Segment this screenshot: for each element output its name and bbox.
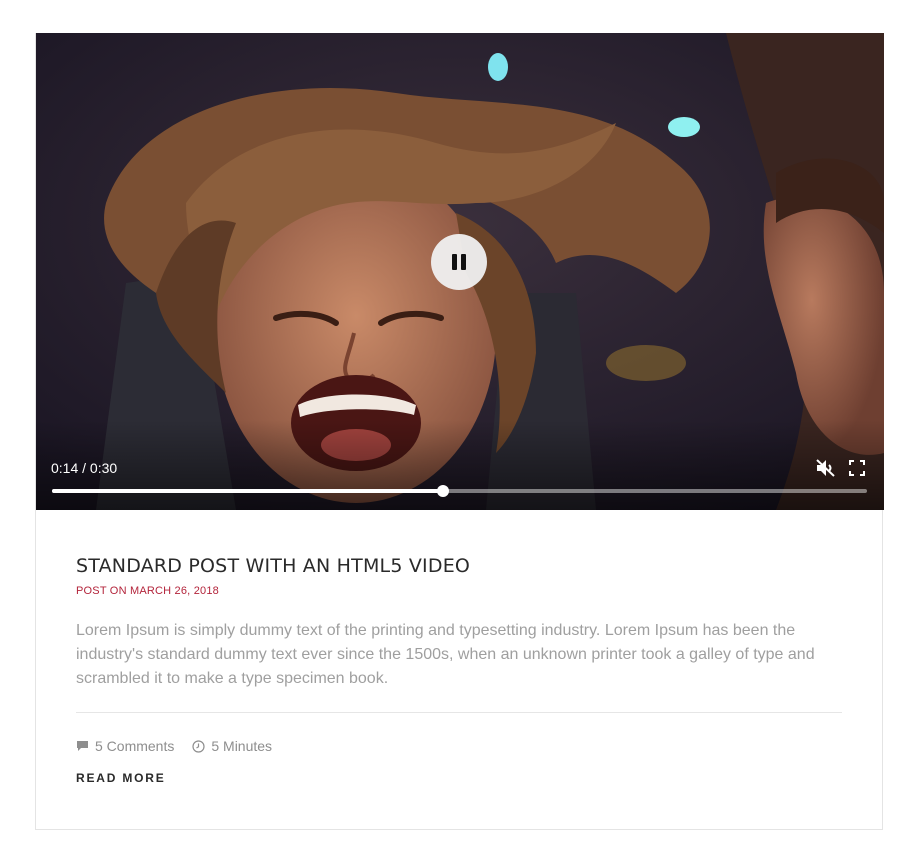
comments-stat[interactable]: 5 Comments xyxy=(76,738,174,754)
clock-icon xyxy=(192,739,205,753)
time-display: 0:14 / 0:30 xyxy=(51,460,118,476)
read-time-stat: 5 Minutes xyxy=(192,738,272,754)
blog-post-card: 0:14 / 0:30 STANDARD POST WITH AN HTML5 … xyxy=(35,33,884,830)
mute-button[interactable] xyxy=(815,459,835,477)
post-body: STANDARD POST WITH AN HTML5 VIDEO POST O… xyxy=(76,510,842,787)
post-excerpt: Lorem Ipsum is simply dummy text of the … xyxy=(76,622,815,687)
mute-icon xyxy=(816,459,835,477)
video-player[interactable]: 0:14 / 0:30 xyxy=(36,33,884,510)
read-more-link[interactable]: READ MORE xyxy=(76,771,166,785)
progress-fill xyxy=(52,489,444,493)
comment-icon xyxy=(77,741,88,751)
comments-count: 5 Comments xyxy=(95,738,175,754)
post-stats: 5 Comments 5 Minutes xyxy=(76,738,842,754)
fullscreen-button[interactable] xyxy=(849,460,865,476)
controls-gradient xyxy=(36,420,884,510)
post-title[interactable]: STANDARD POST WITH AN HTML5 VIDEO xyxy=(76,554,842,578)
pause-icon xyxy=(452,254,466,270)
pause-button[interactable] xyxy=(431,234,487,290)
divider xyxy=(76,712,842,713)
progress-bar[interactable] xyxy=(52,485,867,497)
fullscreen-icon xyxy=(849,460,865,476)
post-date: POST ON MARCH 26, 2018 xyxy=(76,585,219,597)
read-time: 5 Minutes xyxy=(211,738,273,754)
